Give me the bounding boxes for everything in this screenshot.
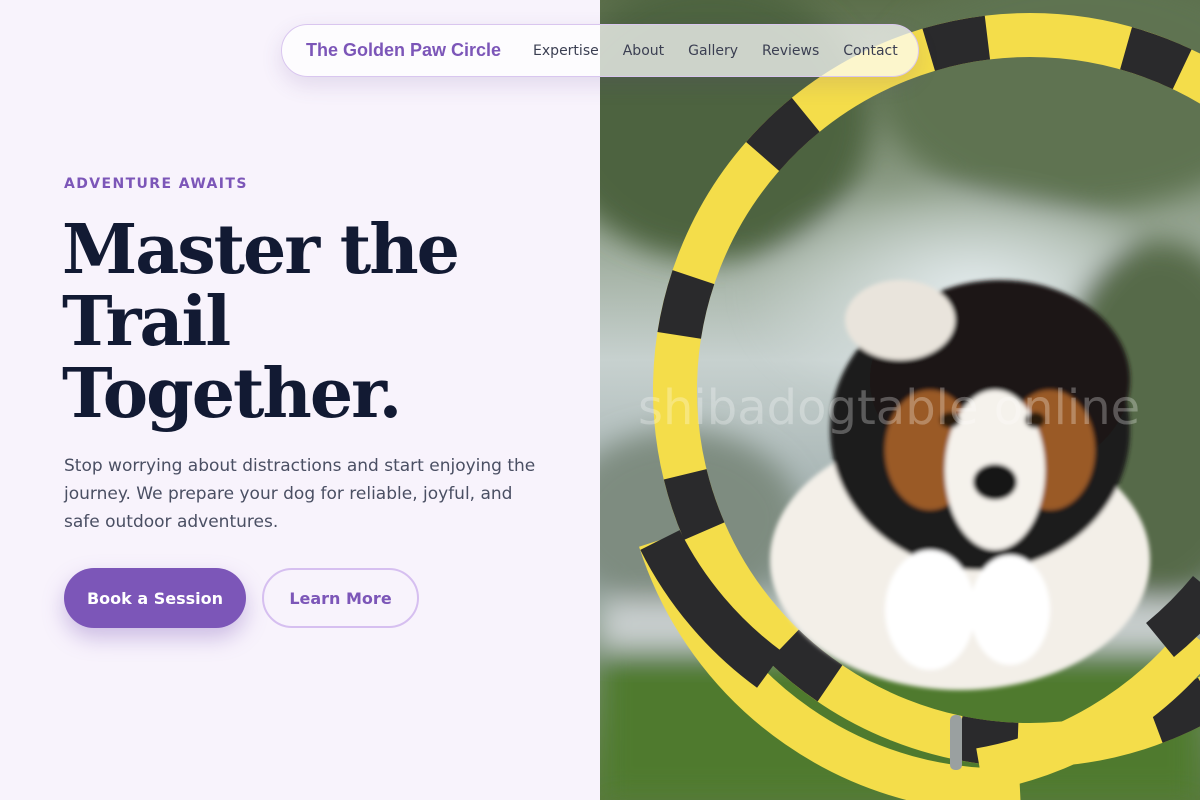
- nav-links: Expertise About Gallery Reviews Contact: [533, 43, 898, 59]
- nav-link-expertise[interactable]: Expertise: [533, 43, 599, 59]
- book-session-button[interactable]: Book a Session: [64, 568, 246, 628]
- hero-headline-line-3: Together.: [62, 354, 402, 434]
- nav-link-about[interactable]: About: [623, 43, 664, 59]
- learn-more-button[interactable]: Learn More: [262, 568, 419, 628]
- hero-headline: Master the Trail Together.: [62, 214, 582, 430]
- hero-headline-line-2: Trail: [62, 282, 231, 362]
- nav-link-contact[interactable]: Contact: [843, 43, 897, 59]
- brand-logo-link[interactable]: The Golden Paw Circle: [306, 40, 501, 61]
- top-navigation: The Golden Paw Circle Expertise About Ga…: [281, 24, 919, 77]
- hero-content-pane: ADVENTURE AWAITS Master the Trail Togeth…: [0, 0, 600, 800]
- nav-link-reviews[interactable]: Reviews: [762, 43, 819, 59]
- nav-link-gallery[interactable]: Gallery: [688, 43, 738, 59]
- hero-headline-line-1: Master the: [62, 210, 460, 290]
- hero-photo: [600, 0, 1200, 800]
- hero-eyebrow: ADVENTURE AWAITS: [64, 176, 248, 192]
- hero-description: Stop worrying about distractions and sta…: [64, 456, 536, 532]
- dog-agility-hoop-photo: [600, 0, 1200, 800]
